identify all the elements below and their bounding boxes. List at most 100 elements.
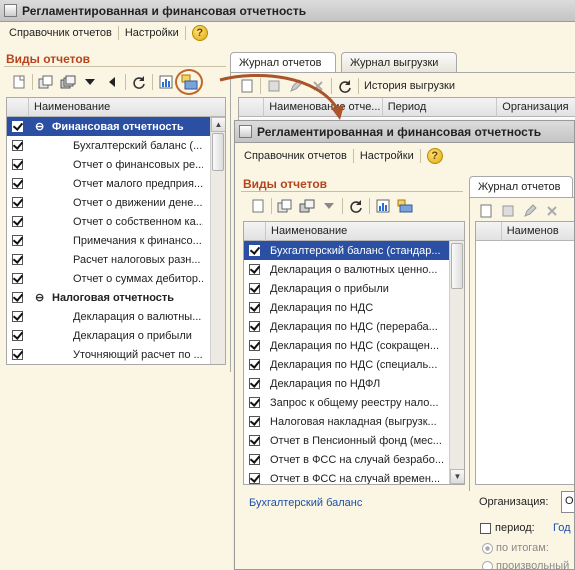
report-row[interactable]: Запрос к общему реестру нало... [244,393,464,412]
chart-report-icon[interactable] [372,196,394,216]
checkbox[interactable] [12,311,23,322]
edit-icon[interactable] [519,201,541,221]
back-arrow-icon[interactable] [101,72,123,92]
copy-icon[interactable] [35,72,57,92]
checkbox[interactable] [12,330,23,341]
tree-item-row[interactable]: Декларация о валютны... [7,307,225,326]
radio-icon[interactable] [482,542,493,554]
scroll-down-icon[interactable]: ▼ [450,469,464,484]
year-link[interactable]: Год [553,522,571,534]
scroll-thumb[interactable] [451,243,463,289]
tree-item-row[interactable]: Расчет налоговых разн... [7,250,225,269]
tree-item-row[interactable]: Отчет малого предприя... [7,174,225,193]
checkbox[interactable] [12,235,23,246]
tree-group-row[interactable]: ⊖ Налоговая отчетность [7,288,225,307]
chart-report-icon[interactable] [155,72,177,92]
help-icon[interactable]: ? [191,25,208,41]
report-row[interactable]: Декларация по НДС (сокращен... [244,336,464,355]
menu-reports-directory[interactable]: Справочник отчетов [3,26,119,40]
tree-item-row[interactable]: Отчет о собственном ка... [7,212,225,231]
checkbox[interactable] [12,273,23,284]
tree-item-row[interactable]: Бухгалтерский баланс (... [7,136,225,155]
checkbox[interactable] [249,416,260,427]
menu-settings[interactable]: Настройки [119,26,186,40]
add-icon[interactable] [8,72,30,92]
collapse-icon[interactable]: ⊖ [35,291,44,304]
report-row[interactable]: Декларация по НДС (специаль... [244,355,464,374]
column-period[interactable]: Период [383,98,498,117]
column-name[interactable]: Наименование [266,222,449,241]
checkbox[interactable] [249,264,260,275]
tree-item-row[interactable]: Примечания к финансо... [7,231,225,250]
checkbox[interactable] [12,159,23,170]
report-row[interactable]: Декларация по НДС (перераба... [244,317,464,336]
checkbox[interactable] [12,140,23,151]
checkbox[interactable] [12,292,23,303]
export-icon[interactable] [394,196,416,216]
checkbox[interactable] [249,435,260,446]
checkbox[interactable] [12,254,23,265]
checkbox[interactable] [12,197,23,208]
tree-item-row[interactable]: Уточняющий расчет по ... [7,345,225,364]
checkbox[interactable] [12,216,23,227]
dropdown-arrow-icon[interactable] [318,196,340,216]
selected-report-link[interactable]: Бухгалтерский баланс [249,497,362,509]
period-checkbox[interactable]: период: [480,522,535,534]
checkbox[interactable] [249,473,260,484]
report-row[interactable]: Декларация по НДС [244,298,464,317]
report-row[interactable]: Декларация о валютных ценно... [244,260,464,279]
report-row[interactable]: Бухгалтерский баланс (стандар... [244,241,464,260]
checkbox[interactable] [12,121,23,132]
tree-item-row[interactable]: Отчет о движении дене... [7,193,225,212]
add-icon[interactable] [247,196,269,216]
tab-export-journal[interactable]: Журнал выгрузки [341,52,457,73]
copy-icon[interactable] [497,201,519,221]
checkbox[interactable] [12,178,23,189]
report-row[interactable]: Декларация о прибыли [244,279,464,298]
report-row[interactable]: Налоговая накладная (выгрузк... [244,412,464,431]
checkbox[interactable] [249,359,260,370]
help-icon[interactable]: ? [426,148,443,164]
tree-item-row[interactable]: Отчет о финансовых ре... [7,155,225,174]
radio-custom[interactable]: произвольный [482,560,569,569]
radio-icon[interactable] [482,560,493,569]
tree-item-row[interactable]: Отчет о суммах дебитор... [7,269,225,288]
refresh-icon[interactable] [345,196,367,216]
report-row[interactable]: Отчет в ФСС на случай времен... [244,469,464,484]
copy-icon[interactable] [274,196,296,216]
scroll-thumb[interactable] [212,133,224,171]
checkbox[interactable] [249,340,260,351]
collapse-icon[interactable]: ⊖ [35,120,44,133]
checkbox[interactable] [12,349,23,360]
multi-copy-icon[interactable] [57,72,79,92]
delete-icon[interactable] [541,201,563,221]
checkbox[interactable] [249,245,260,256]
column-report-name[interactable]: Наименов [502,222,574,241]
popup-scrollbar[interactable]: ▼ [449,241,464,484]
checkbox[interactable] [249,397,260,408]
checkbox[interactable] [249,378,260,389]
checkbox[interactable] [249,283,260,294]
history-button[interactable]: История выгрузки [361,80,455,92]
tab-reports-journal[interactable]: Журнал отчетов [469,176,573,197]
checkbox[interactable] [249,302,260,313]
organization-field[interactable]: О [561,491,574,513]
multi-copy-icon[interactable] [296,196,318,216]
refresh-icon[interactable] [128,72,150,92]
checkbox[interactable] [249,321,260,332]
tree-group-row[interactable]: ⊖ Финансовая отчетность [7,117,225,136]
left-scrollbar[interactable]: ▲ [210,117,225,364]
tree-item-row[interactable]: Декларация о прибыли [7,326,225,345]
column-organization[interactable]: Организация [497,98,575,117]
column-name[interactable]: Наименование [29,98,211,117]
report-row[interactable]: Декларация по НДФЛ [244,374,464,393]
menu-settings[interactable]: Настройки [354,149,421,163]
add-icon[interactable] [475,201,497,221]
period-checkbox-box[interactable] [480,522,491,534]
radio-by-totals[interactable]: по итогам: [482,542,549,554]
menu-reports-directory[interactable]: Справочник отчетов [238,149,354,163]
report-row[interactable]: Отчет в ФСС на случай безрабо... [244,450,464,469]
report-row[interactable]: Отчет в Пенсионный фонд (мес... [244,431,464,450]
checkbox[interactable] [249,454,260,465]
dropdown-arrow-icon[interactable] [79,72,101,92]
